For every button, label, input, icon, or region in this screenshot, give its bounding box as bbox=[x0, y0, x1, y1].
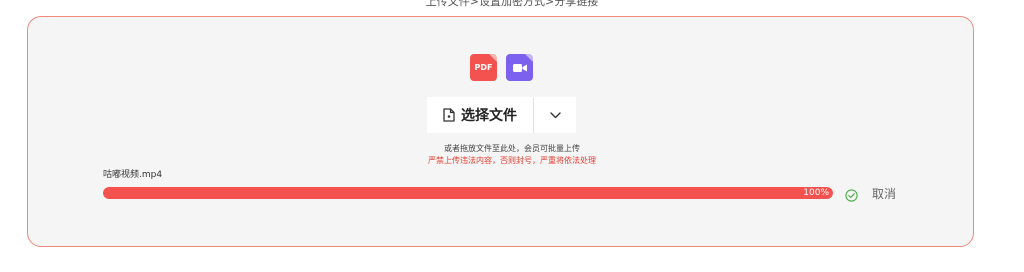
step-breadcrumb: 上传文件>设置加密方式>分享链接 bbox=[425, 0, 599, 8]
select-file-label: 选择文件 bbox=[461, 108, 517, 124]
select-file-group: 选择文件 bbox=[427, 97, 576, 133]
upload-progress-text: 100% bbox=[803, 188, 829, 198]
upload-warning: 严禁上传违法内容，否则封号，严重将依法处理 bbox=[428, 156, 596, 165]
uploaded-file-name: 咕嘟视频.mp4 bbox=[103, 170, 163, 180]
pdf-file-icon: PDF bbox=[470, 54, 497, 81]
chevron-down-icon bbox=[549, 111, 561, 118]
upload-options-dropdown[interactable] bbox=[534, 97, 576, 133]
file-icon bbox=[443, 108, 455, 122]
pdf-icon-label: PDF bbox=[474, 63, 493, 72]
drag-drop-hint: 或者拖放文件至此处，会员可批量上传 bbox=[444, 144, 580, 153]
file-type-icons: PDF bbox=[470, 54, 533, 81]
video-file-icon bbox=[506, 54, 533, 81]
cancel-upload-button[interactable]: 取消 bbox=[872, 185, 896, 202]
upload-progress-fill: 100% bbox=[103, 187, 833, 199]
check-circle-icon bbox=[845, 187, 858, 206]
upload-progress-bar: 100% bbox=[103, 187, 833, 199]
video-camera-icon bbox=[512, 63, 527, 72]
select-file-button[interactable]: 选择文件 bbox=[427, 97, 533, 133]
upload-page: 上传文件>设置加密方式>分享链接 PDF 选择文件 或者拖放文件至此处，会员可批… bbox=[0, 0, 1024, 272]
